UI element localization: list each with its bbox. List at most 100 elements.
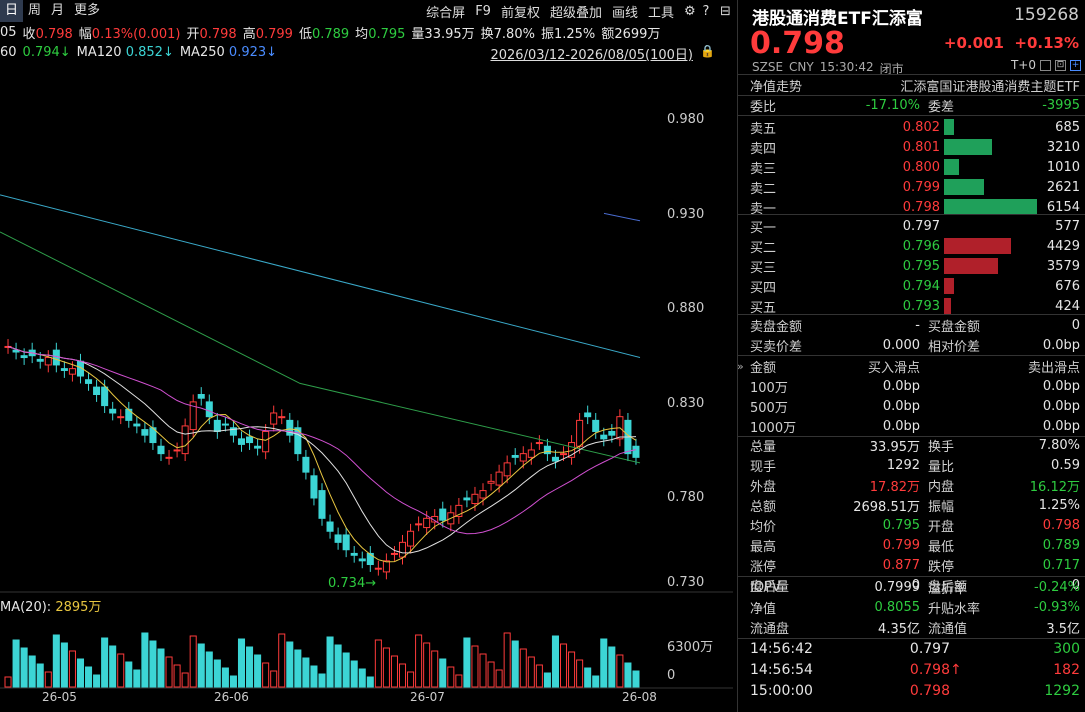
ask-row[interactable]: 卖二 0.799 2621 [750,177,1080,197]
candle [576,419,584,447]
forward-adjust-button[interactable]: 前复权 [496,2,545,21]
ask-label: 卖三 [750,161,777,177]
kline-chart[interactable] [0,62,733,712]
volume-bar [270,670,278,688]
ma60-prefix: 60 [0,44,17,60]
candle [342,534,350,551]
candle [254,445,262,449]
slip-amount: 500万 [750,400,788,416]
tab-week[interactable]: 周 [23,0,46,22]
candle [44,357,52,366]
volume-bar [28,655,36,688]
quote-line: 05 收0.798 幅0.13%(0.001) 开0.798 高0.799 低0… [0,22,733,42]
tab-month[interactable]: 月 [46,0,69,22]
bid-volume-bar [944,258,998,274]
spread-row-value-2: 0 [1071,317,1080,333]
bid-row[interactable]: 买一 0.797 577 [750,216,1080,236]
candle [423,517,431,529]
candle [535,442,543,445]
candle [181,425,189,455]
ma250-value: 0.923↓ [228,44,278,60]
bid-price: 0.795 [902,258,940,274]
volume-bar [382,647,390,688]
toolbar-right: 综合屏 F9 前复权 超级叠加 画线 工具 ⚙ ? ⊟ [421,2,733,21]
ask-row[interactable]: 卖三 0.800 1010 [750,157,1080,177]
volume-bar [125,661,133,688]
nav-row[interactable]: 净值走势 汇添富国证港股通消费主题ETF [750,75,1080,95]
candle [398,541,407,558]
chart-panel[interactable]: 日 周 月 更多 综合屏 F9 前复权 超级叠加 画线 工具 ⚙ ? ⊟ 05 … [0,0,733,712]
slip-buy: 0.0bp [882,418,920,434]
slip-sell: 0.0bp [1042,418,1080,434]
nav-trend-label[interactable]: 净值走势 [750,76,802,95]
stat-row-value-1: 1292 [886,457,920,473]
candle [117,416,125,419]
stat-row-value-2: 0.789 [1042,537,1080,553]
candle [165,456,173,459]
stat-row-label-1: 总额 [750,499,777,515]
tools-button[interactable]: 工具 [643,2,679,21]
tab-day[interactable]: 日 [0,0,24,22]
add-icon[interactable]: + [1070,59,1081,71]
candle [36,358,44,362]
bid-label: 买五 [750,300,777,316]
bid-label: 买三 [750,260,777,276]
stat-row-value-2: 0.59 [1051,457,1080,473]
stat-row-value-2: 0.798 [1042,517,1080,533]
copy-icon[interactable]: ⊡ [1055,59,1066,71]
iopv-row: IOPV 0.7999 溢折率 -0.24% [750,577,1080,597]
settings-icon[interactable]: ⚙ [679,4,697,19]
candle [68,368,76,375]
f9-button[interactable]: F9 [470,4,496,19]
volume-bar [44,671,52,688]
slippage-row: 1000万 0.0bp 0.0bp [750,416,1080,436]
stat-row-value-1: 17.82万 [869,479,920,495]
candle [213,419,221,432]
volume-bar [173,664,181,688]
ask-row[interactable]: 卖四 0.801 3210 [750,137,1080,157]
stat-row: 总额 2698.51万 振幅 1.25% [750,495,1080,515]
high-label: 高 [242,26,256,42]
bid-row[interactable]: 买三 0.795 3579 [750,256,1080,276]
volume-bar [479,653,487,688]
overlay-button[interactable]: 超级叠加 [545,2,607,21]
stat-row-label-2: 换手 [928,439,955,455]
volume-bar [229,675,237,688]
volume-bar [632,670,640,688]
tick-time: 14:56:42 [750,641,813,657]
composite-screen-button[interactable]: 综合屏 [421,2,470,21]
volume-bar [374,639,382,688]
stat-row-value-1: 33.95万 [869,439,920,455]
vol-value: 33.95万 [424,26,475,42]
tab-more[interactable]: 更多 [69,0,105,22]
bid-label: 买二 [750,240,777,256]
date-range[interactable]: 2026/03/12-2026/08/05(100日) [490,44,693,63]
checkbox-icon[interactable] [1040,59,1051,71]
bid-row[interactable]: 买四 0.794 676 [750,276,1080,296]
vol-label: 量 [411,26,425,42]
candle [109,408,117,414]
volume-bar [4,676,12,688]
bid-row[interactable]: 买二 0.796 4429 [750,236,1080,256]
volume-bar [165,656,173,688]
help-icon[interactable]: ? [697,4,715,19]
spread-row-label-1: 卖盘金额 [750,319,803,335]
candle [358,558,366,562]
candle [415,523,423,526]
minimize-icon[interactable]: ⊟ [715,4,733,19]
volume-ma-label: MA(20): [0,600,52,615]
ask-volume-bar [944,159,959,175]
candle [487,480,495,484]
volume-bar [205,651,213,688]
ask-row[interactable]: 卖五 0.802 685 [750,117,1080,137]
lock-icon[interactable]: 🔒 [700,44,715,58]
bid-row[interactable]: 买五 0.793 424 [750,296,1080,316]
high-value: 0.799 [255,26,293,42]
candle [237,438,246,445]
stat-row-label-1: 外盘 [750,479,777,495]
stat-row-value-1: 0.799 [882,537,920,553]
volume-bar [85,666,93,688]
draw-line-button[interactable]: 画线 [607,2,643,21]
chart-toolbar: 日 周 月 更多 综合屏 F9 前复权 超级叠加 画线 工具 ⚙ ? ⊟ [0,0,733,22]
iopv-row: 流通盘 4.35亿 流通值 3.5亿 [750,617,1080,637]
